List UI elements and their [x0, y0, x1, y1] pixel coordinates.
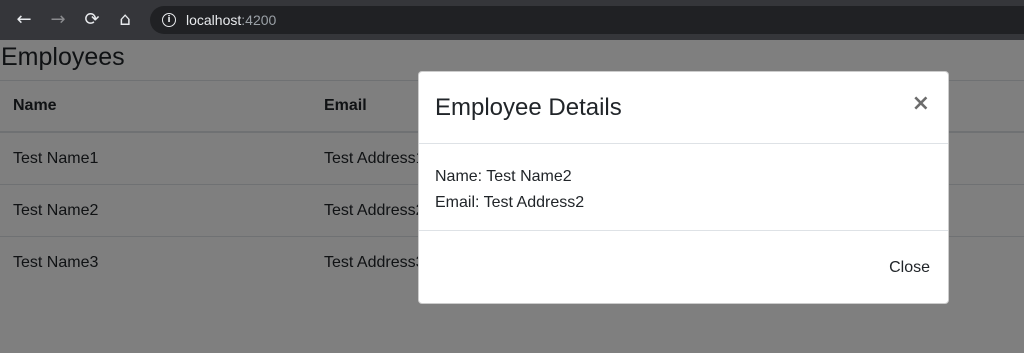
browser-toolbar: ← → ⟳ ⌂ i localhost:4200 — [0, 0, 1024, 40]
employee-details-modal: Employee Details × Name: Test Name2 Emai… — [418, 71, 949, 304]
employee-email-line: Email: Test Address2 — [435, 194, 585, 211]
modal-header: Employee Details × — [419, 72, 948, 144]
forward-arrow-icon[interactable]: → — [46, 8, 70, 32]
url-host: localhost — [186, 12, 242, 28]
back-arrow-icon[interactable]: ← — [12, 8, 36, 32]
site-info-icon[interactable]: i — [162, 13, 176, 27]
address-bar[interactable]: i localhost:4200 — [150, 6, 1024, 34]
modal-footer: Close — [419, 230, 948, 304]
modal-body: Name: Test Name2 Email: Test Address2 — [435, 164, 584, 216]
url-port: :4200 — [241, 12, 277, 28]
reload-icon[interactable]: ⟳ — [80, 8, 104, 32]
close-button[interactable]: Close — [889, 257, 930, 279]
close-icon[interactable]: × — [912, 92, 930, 116]
home-icon[interactable]: ⌂ — [113, 8, 137, 32]
modal-title: Employee Details — [435, 94, 622, 121]
employee-name-line: Name: Test Name2 — [435, 168, 572, 185]
url-text[interactable]: localhost:4200 — [186, 11, 276, 29]
